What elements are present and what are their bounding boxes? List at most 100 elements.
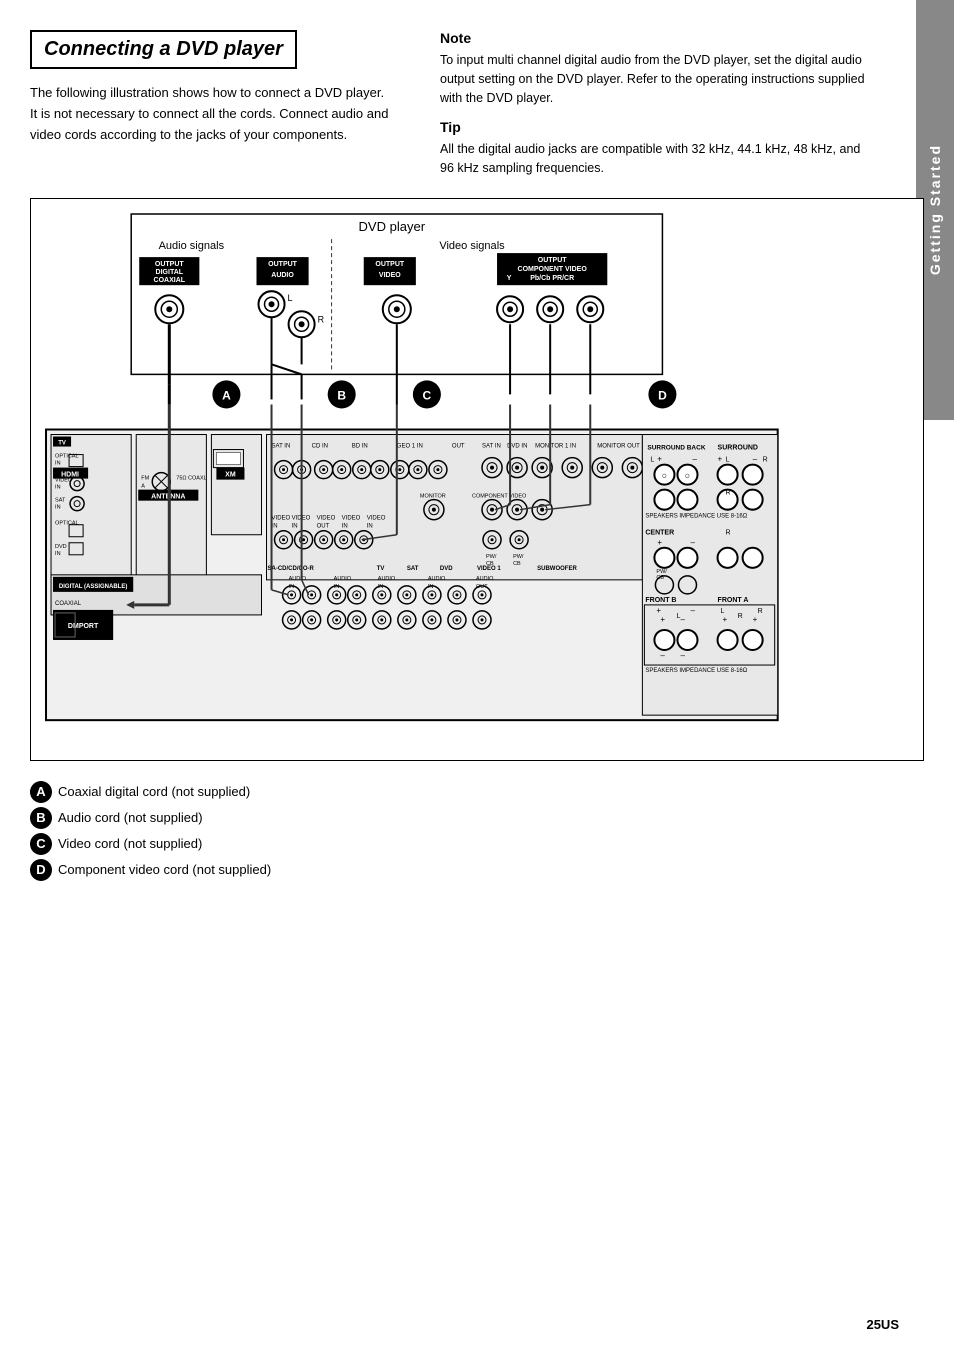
- svg-text:L: L: [726, 456, 730, 463]
- svg-text:R: R: [738, 613, 743, 620]
- svg-text:VIDEO: VIDEO: [379, 272, 401, 279]
- svg-text:IN: IN: [55, 551, 61, 557]
- svg-text:SURROUND: SURROUND: [718, 444, 758, 451]
- svg-text:SUBWOOFER: SUBWOOFER: [537, 566, 577, 572]
- svg-text:XM: XM: [225, 471, 236, 478]
- svg-text:–: –: [690, 606, 695, 615]
- legend-item-b: B Audio cord (not supplied): [30, 807, 924, 829]
- svg-text:AUDIO: AUDIO: [334, 576, 352, 582]
- svg-text:+: +: [660, 615, 665, 624]
- svg-text:AUDIO: AUDIO: [428, 576, 446, 582]
- svg-text:C: C: [423, 388, 432, 402]
- legend-item-d: D Component video cord (not supplied): [30, 859, 924, 881]
- connector-b-icon: B: [30, 807, 52, 829]
- svg-text:OUT: OUT: [452, 443, 465, 449]
- diagram-svg: DVD player Audio signals Video signals O…: [41, 209, 913, 750]
- svg-text:IN: IN: [55, 484, 61, 490]
- svg-text:SA-CD/CD/CO-R: SA-CD/CD/CO-R: [268, 566, 315, 572]
- svg-text:FRONT A: FRONT A: [718, 597, 749, 604]
- svg-text:DVD: DVD: [440, 566, 453, 572]
- legend-item-c-text: Video cord (not supplied): [58, 836, 202, 851]
- svg-text:+: +: [753, 615, 758, 624]
- legend-item-a: A Coaxial digital cord (not supplied): [30, 781, 924, 803]
- svg-text:MONITOR: MONITOR: [420, 493, 446, 499]
- svg-text:Y: Y: [507, 275, 512, 282]
- svg-text:OUT: OUT: [317, 523, 330, 529]
- svg-text:TV: TV: [58, 440, 66, 446]
- svg-text:R: R: [726, 529, 731, 536]
- svg-text:DIGITAL: DIGITAL: [156, 269, 184, 276]
- connector-d-icon: D: [30, 859, 52, 881]
- svg-text:L: L: [676, 613, 680, 620]
- svg-text:R: R: [726, 489, 731, 496]
- svg-text:A: A: [141, 483, 145, 489]
- svg-text:GEO 1 IN: GEO 1 IN: [397, 443, 423, 449]
- svg-text:AUDIO: AUDIO: [289, 576, 307, 582]
- svg-text:DIGITAL (ASSIGNABLE): DIGITAL (ASSIGNABLE): [59, 584, 127, 590]
- svg-text:VIDEO: VIDEO: [272, 515, 291, 521]
- svg-text:75Ω COAXL: 75Ω COAXL: [176, 475, 206, 481]
- svg-text:VIDEO: VIDEO: [367, 515, 386, 521]
- svg-text:CB: CB: [513, 561, 521, 567]
- svg-text:IN: IN: [378, 584, 384, 590]
- svg-text:OUT: OUT: [476, 584, 488, 590]
- svg-text:COMPONENT VIDEO: COMPONENT VIDEO: [472, 493, 527, 499]
- svg-text:SPEAKERS IMPEDANCE USE 8-16Ω: SPEAKERS IMPEDANCE USE 8-16Ω: [645, 513, 747, 519]
- svg-text:○: ○: [685, 470, 690, 480]
- svg-text:+: +: [656, 606, 661, 615]
- svg-text:SPEAKERS IMPEDANCE USE 8-16Ω: SPEAKERS IMPEDANCE USE 8-16Ω: [645, 668, 747, 674]
- svg-text:SURROUND BACK: SURROUND BACK: [647, 444, 705, 451]
- svg-text:–: –: [680, 651, 685, 660]
- svg-text:AUDIO: AUDIO: [476, 576, 494, 582]
- svg-text:VIDEO: VIDEO: [317, 515, 336, 521]
- page-title: Connecting a DVD player: [30, 30, 297, 69]
- page-number: 25US: [866, 1317, 899, 1332]
- svg-text:IN: IN: [342, 523, 348, 529]
- svg-text:BD IN: BD IN: [352, 443, 368, 449]
- svg-text:DVD: DVD: [55, 544, 67, 550]
- svg-text:VIDEO: VIDEO: [342, 515, 361, 521]
- svg-text:+: +: [657, 538, 662, 547]
- tip-text: All the digital audio jacks are compatib…: [440, 140, 874, 178]
- svg-text:COMPONENT VIDEO: COMPONENT VIDEO: [518, 266, 588, 273]
- left-header: Connecting a DVD player The following il…: [30, 30, 410, 178]
- svg-text:L: L: [288, 293, 293, 303]
- svg-text:○: ○: [662, 470, 667, 480]
- svg-text:FRONT B: FRONT B: [645, 597, 676, 604]
- svg-text:+: +: [718, 454, 723, 463]
- svg-text:D: D: [658, 388, 667, 402]
- legend-item-d-text: Component video cord (not supplied): [58, 862, 271, 877]
- note-text: To input multi channel digital audio fro…: [440, 51, 874, 107]
- svg-text:DVD player: DVD player: [359, 219, 426, 234]
- svg-text:IN: IN: [292, 523, 298, 529]
- right-header: Note To input multi channel digital audi…: [440, 30, 874, 178]
- legend-item-b-text: Audio cord (not supplied): [58, 810, 203, 825]
- svg-text:SAT: SAT: [55, 497, 66, 503]
- svg-text:VIDEO 1: VIDEO 1: [477, 566, 501, 572]
- legend-item-c: C Video cord (not supplied): [30, 833, 924, 855]
- svg-text:SAT IN: SAT IN: [482, 443, 501, 449]
- legend-item-a-text: Coaxial digital cord (not supplied): [58, 784, 250, 799]
- svg-text:OUTPUT: OUTPUT: [268, 261, 298, 268]
- svg-text:IN: IN: [428, 584, 434, 590]
- svg-text:CENTER: CENTER: [645, 529, 674, 536]
- svg-text:R: R: [318, 314, 325, 324]
- svg-text:SAT: SAT: [407, 566, 419, 572]
- svg-text:R: R: [758, 608, 763, 615]
- svg-text:OUTPUT: OUTPUT: [155, 261, 185, 268]
- svg-text:+: +: [723, 615, 728, 624]
- note-title: Note: [440, 30, 874, 46]
- svg-text:AUDIO: AUDIO: [271, 272, 294, 279]
- svg-text:Audio signals: Audio signals: [159, 240, 225, 252]
- svg-text:L: L: [721, 608, 725, 615]
- svg-text:SAT IN: SAT IN: [272, 443, 291, 449]
- svg-text:COAXIAL: COAXIAL: [154, 277, 186, 284]
- svg-text:R: R: [763, 456, 768, 463]
- intro-text: The following illustration shows how to …: [30, 83, 410, 145]
- svg-text:AUDIO: AUDIO: [378, 576, 396, 582]
- svg-text:Pb/Cb PR/CR: Pb/Cb PR/CR: [530, 275, 574, 282]
- svg-text:A: A: [222, 388, 231, 402]
- svg-text:+: +: [657, 454, 662, 463]
- svg-text:OPTICAL: OPTICAL: [55, 520, 79, 526]
- svg-text:–: –: [660, 651, 665, 660]
